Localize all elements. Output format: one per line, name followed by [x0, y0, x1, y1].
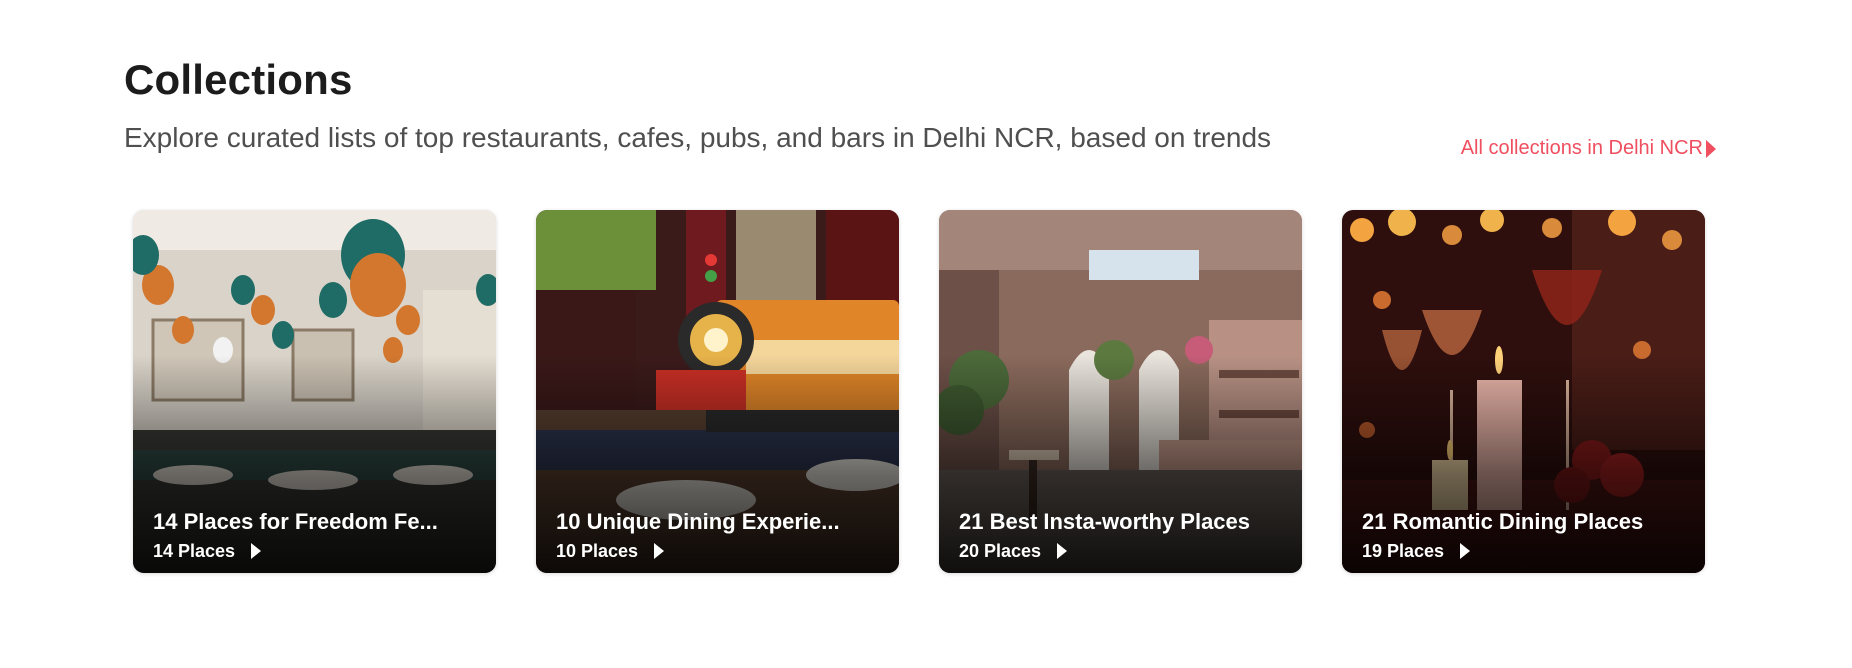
collection-card[interactable]: 21 Romantic Dining Places 19 Places — [1342, 210, 1705, 573]
play-icon — [1460, 543, 1471, 559]
collection-card[interactable]: 10 Unique Dining Experie... 10 Places — [536, 210, 899, 573]
collection-count: 14 Places — [153, 541, 236, 561]
play-icon — [1057, 543, 1068, 559]
all-collections-link[interactable]: All collections in Delhi NCR — [1461, 137, 1716, 160]
collection-card[interactable]: 14 Places for Freedom Fe... 14 Places — [133, 210, 496, 573]
play-icon — [654, 543, 665, 559]
caret-right-icon — [1706, 139, 1716, 158]
collection-title: 14 Places for Freedom Fe... — [153, 509, 438, 534]
collection-count: 19 Places — [1362, 541, 1445, 561]
collection-card[interactable]: 21 Best Insta-worthy Places 20 Places — [939, 210, 1302, 573]
collection-title: 21 Best Insta-worthy Places — [959, 509, 1251, 534]
collection-title: 21 Romantic Dining Places — [1362, 509, 1644, 534]
play-icon — [251, 543, 262, 559]
all-collections-label: All collections in Delhi NCR — [1460, 137, 1703, 159]
collection-count: 10 Places — [556, 541, 639, 561]
page-title: Collections — [124, 56, 353, 103]
collection-count: 20 Places — [959, 541, 1042, 561]
collections-section: Collections Explore curated lists of top… — [0, 0, 1852, 668]
collection-cards: 14 Places for Freedom Fe... 14 Places 10… — [133, 210, 1705, 573]
section-subtitle: Explore curated lists of top restaurants… — [124, 122, 1272, 153]
collection-title: 10 Unique Dining Experie... — [556, 509, 840, 534]
